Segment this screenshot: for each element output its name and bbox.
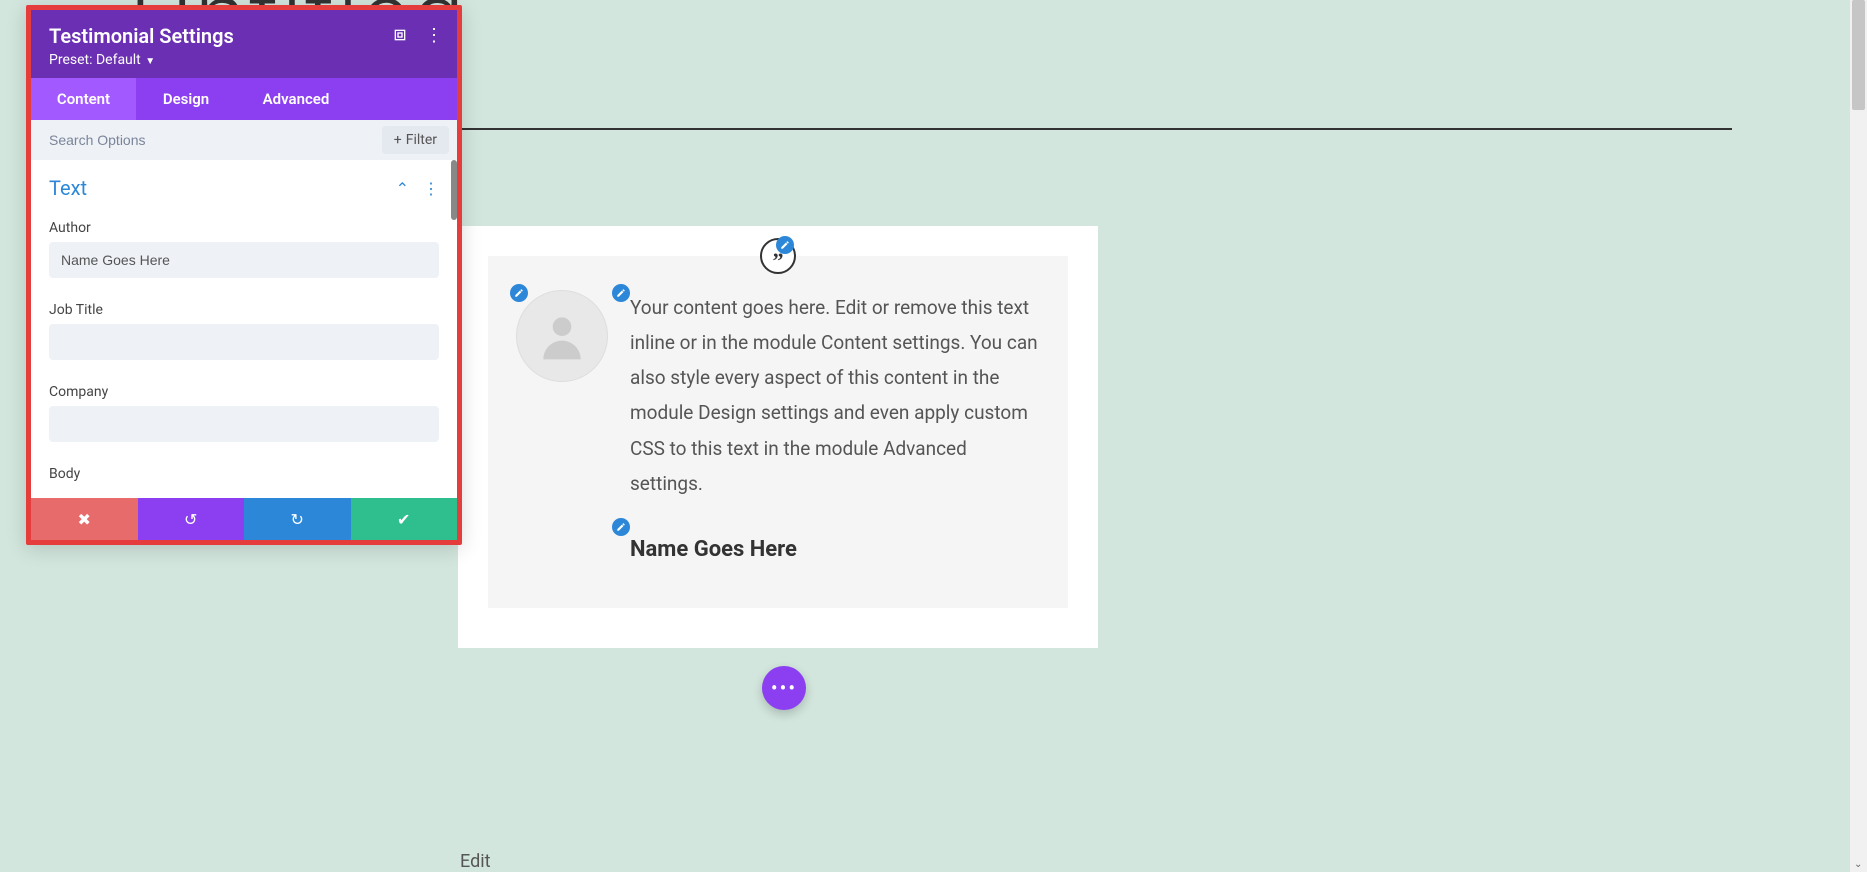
scroll-down-icon[interactable]: ⌄	[1854, 859, 1862, 870]
body-label: Body	[49, 466, 439, 482]
save-button[interactable]: ✔	[351, 498, 458, 540]
caret-down-icon: ▼	[143, 56, 155, 67]
ellipsis-icon: •••	[771, 676, 797, 700]
filter-button[interactable]: + Filter	[382, 126, 449, 154]
undo-icon: ↺	[184, 510, 197, 529]
avatar-placeholder-icon	[534, 308, 590, 364]
panel-scrollbar[interactable]	[451, 160, 457, 220]
field-job-title: Job Title	[31, 302, 457, 372]
kebab-menu-icon[interactable]: ⋮	[423, 179, 439, 198]
edit-author-button[interactable]	[612, 518, 630, 536]
field-company: Company	[31, 384, 457, 454]
section-text-controls: ⌃ ⋮	[396, 179, 439, 198]
plus-icon: +	[394, 132, 402, 148]
job-title-input[interactable]	[49, 324, 439, 360]
panel-search-row: + Filter	[31, 120, 457, 160]
page-scrollbar[interactable]: ⌄	[1850, 0, 1867, 872]
avatar[interactable]	[516, 290, 608, 382]
kebab-menu-icon[interactable]: ⋮	[425, 26, 443, 44]
cancel-button[interactable]: ✖	[31, 498, 138, 540]
section-text-title: Text	[49, 176, 87, 200]
panel-header-actions: ⋮	[391, 26, 443, 44]
preset-selector[interactable]: Preset: Default ▼	[49, 52, 439, 68]
author-label: Author	[49, 220, 439, 236]
author-input[interactable]	[49, 242, 439, 278]
field-author: Author	[31, 220, 457, 290]
module-actions-fab[interactable]: •••	[762, 666, 806, 710]
panel-body: Text ⌃ ⋮ Author Job Title Company Body	[31, 160, 457, 498]
testimonial-body[interactable]: Your content goes here. Edit or remove t…	[630, 290, 1040, 501]
testimonial-text-wrap: Your content goes here. Edit or remove t…	[630, 290, 1040, 562]
expand-icon[interactable]	[391, 26, 409, 44]
search-options-input[interactable]	[49, 132, 382, 148]
testimonial-module[interactable]: ” Your content goes here. Edit or remove…	[458, 226, 1098, 648]
redo-button[interactable]: ↻	[244, 498, 351, 540]
scrollbar-thumb[interactable]	[1852, 0, 1865, 110]
testimonial-author[interactable]: Name Goes Here	[630, 537, 1040, 562]
field-body: Body	[31, 466, 457, 498]
preset-label: Preset: Default	[49, 52, 141, 68]
testimonial-inner: ” Your content goes here. Edit or remove…	[488, 256, 1068, 608]
undo-button[interactable]: ↺	[138, 498, 245, 540]
edit-label: Edit	[460, 851, 490, 872]
company-label: Company	[49, 384, 439, 400]
check-icon: ✔	[397, 510, 410, 529]
tab-advanced[interactable]: Advanced	[236, 78, 356, 120]
company-input[interactable]	[49, 406, 439, 442]
close-icon: ✖	[78, 510, 91, 529]
edit-body-button[interactable]	[612, 284, 630, 302]
testimonial-settings-panel: Testimonial Settings Preset: Default ▼ ⋮…	[26, 5, 462, 545]
tab-content[interactable]: Content	[31, 78, 136, 120]
testimonial-row: Your content goes here. Edit or remove t…	[516, 290, 1040, 562]
tab-design[interactable]: Design	[136, 78, 236, 120]
panel-header: Testimonial Settings Preset: Default ▼ ⋮	[31, 10, 457, 78]
filter-label: Filter	[406, 132, 437, 148]
panel-tabs: Content Design Advanced	[31, 78, 457, 120]
redo-icon: ↻	[291, 510, 304, 529]
job-title-label: Job Title	[49, 302, 439, 318]
panel-footer: ✖ ↺ ↻ ✔	[31, 498, 457, 540]
chevron-up-icon[interactable]: ⌃	[396, 179, 409, 198]
edit-avatar-button[interactable]	[510, 284, 528, 302]
section-text-header[interactable]: Text ⌃ ⋮	[31, 160, 457, 208]
panel-title: Testimonial Settings	[49, 24, 439, 48]
edit-quote-button[interactable]	[776, 236, 794, 254]
